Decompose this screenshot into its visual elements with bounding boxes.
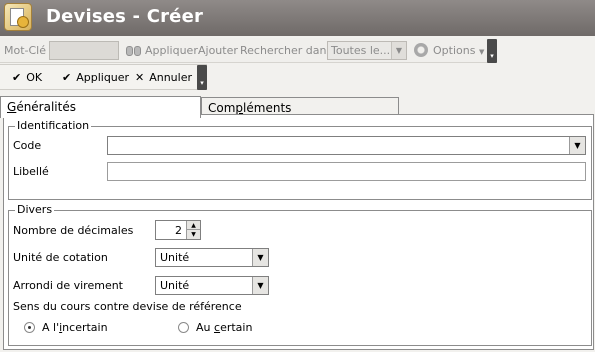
radio-label-pre: Au: [196, 321, 214, 334]
tab-label-post: énéralités: [16, 100, 76, 114]
radio-certain-label[interactable]: Au certain: [196, 321, 252, 334]
chevron-down-icon: ▼: [569, 137, 585, 154]
decimals-label: Nombre de décimales: [13, 224, 134, 237]
window-title: Devises - Créer: [46, 6, 204, 27]
arrondi-label: Arrondi de virement: [13, 279, 123, 292]
close-icon: ✕: [135, 71, 145, 84]
toolbar-grip-handle[interactable]: ▾: [487, 39, 497, 63]
stepper-down-icon[interactable]: ▼: [187, 230, 200, 239]
currency-app-icon: [4, 3, 32, 31]
tab-label-pre: Com: [208, 101, 236, 115]
cotation-value: Unité: [160, 251, 190, 264]
apply-button[interactable]: ✔ Appliquer: [62, 71, 129, 84]
tab-label-key: p: [235, 101, 244, 115]
code-label: Code: [13, 139, 42, 152]
chevron-down-icon: ▼: [391, 42, 406, 59]
action-toolbar: ✔ OK ✔ Appliquer ✕ Annuler: [0, 64, 207, 90]
libelle-label: Libellé: [13, 165, 49, 178]
tab-label-key: G: [7, 100, 17, 114]
search-toolbar: Mot-Clé Appliquer Ajouter Rechercher dan…: [0, 38, 497, 63]
ok-button[interactable]: ✔ OK: [12, 71, 42, 84]
arrondi-select[interactable]: Unité ▼: [155, 276, 269, 295]
cotation-label: Unité de cotation: [13, 251, 108, 264]
libelle-input[interactable]: [107, 162, 586, 181]
stepper-up-icon[interactable]: ▲: [187, 221, 200, 230]
divers-title: Divers: [15, 203, 55, 216]
tab-label-post: léments: [243, 101, 292, 115]
chevron-down-icon: ▼: [252, 277, 268, 294]
binoculars-icon: [126, 43, 142, 57]
keyword-input[interactable]: [49, 41, 119, 60]
radio-certain[interactable]: [178, 322, 189, 333]
identification-group: Identification Code ▼ Libellé: [8, 119, 592, 200]
chevron-down-icon: ▼: [252, 249, 268, 266]
coin-icon: [17, 16, 29, 28]
radio-label-pre: A l': [42, 321, 60, 334]
cancel-label: Annuler: [149, 71, 193, 84]
radio-label-post: ertain: [220, 321, 253, 334]
tab-panel-generalites: Identification Code ▼ Libellé Divers Nom…: [3, 114, 594, 350]
sens-label: Sens du cours contre devise de référence: [13, 300, 242, 313]
stepper-buttons: ▲ ▼: [186, 221, 200, 239]
cotation-select[interactable]: Unité ▼: [155, 248, 269, 267]
options-label: Options: [433, 44, 476, 57]
search-apply-button[interactable]: Appliquer: [145, 44, 198, 57]
ok-label: OK: [26, 71, 43, 84]
divers-group: Divers Nombre de décimales 2 ▲ ▼ Unité d…: [8, 203, 592, 346]
options-button[interactable]: Options ▼: [433, 44, 484, 57]
identification-title: Identification: [15, 119, 92, 132]
radio-incertain[interactable]: [24, 322, 35, 333]
decimals-stepper[interactable]: 2 ▲ ▼: [155, 220, 201, 240]
arrondi-value: Unité: [160, 279, 190, 292]
tab-generalites[interactable]: Généralités: [0, 96, 201, 118]
title-bar: Devises - Créer: [0, 0, 595, 36]
apply-label: Appliquer: [76, 71, 130, 84]
cancel-button[interactable]: ✕ Annuler: [135, 71, 192, 84]
search-in-label: Rechercher dans: [240, 44, 333, 57]
action-toolbar-grip-handle[interactable]: ▾: [197, 65, 207, 90]
search-in-value: Toutes le...: [331, 44, 391, 57]
add-button[interactable]: Ajouter: [198, 44, 238, 57]
keyword-label: Mot-Clé: [4, 44, 47, 57]
radio-incertain-label[interactable]: A l'incertain: [42, 321, 108, 334]
check-icon: ✔: [12, 71, 22, 84]
code-combobox[interactable]: ▼: [107, 136, 586, 155]
chevron-down-icon: ▼: [478, 48, 485, 56]
search-in-select[interactable]: Toutes le... ▼: [327, 41, 407, 60]
check-icon: ✔: [62, 71, 72, 84]
decimals-value: 2: [175, 224, 182, 237]
gear-icon: [414, 43, 428, 57]
radio-label-post: ncertain: [62, 321, 108, 334]
